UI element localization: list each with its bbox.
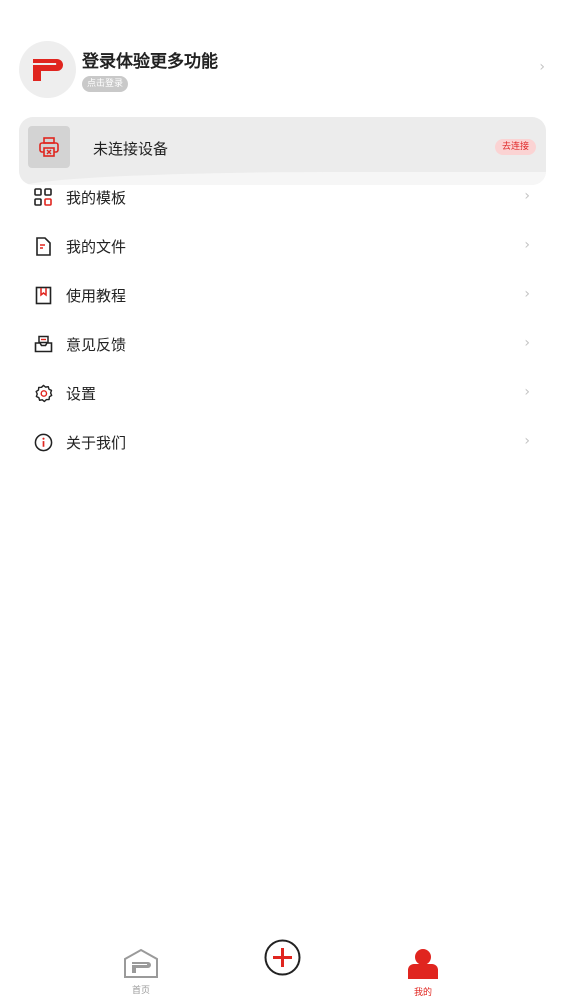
avatar[interactable] — [19, 41, 76, 98]
printer-icon-box — [28, 126, 70, 168]
gear-icon — [33, 383, 53, 403]
bottom-nav: 首页 我的 — [0, 930, 565, 1004]
grid-icon — [33, 187, 53, 207]
chevron-right-icon: › — [524, 188, 530, 204]
chevron-right-icon: › — [524, 286, 530, 302]
menu-item-label: 使用教程 — [66, 287, 127, 305]
connect-button[interactable]: 去连接 — [494, 139, 536, 155]
nav-tab-mine[interactable]: 我的 — [400, 948, 446, 998]
nav-home-label: 首页 — [131, 986, 150, 996]
brand-logo-icon — [32, 58, 63, 81]
add-button[interactable] — [264, 939, 301, 976]
menu-item-label: 我的模板 — [66, 189, 127, 207]
chevron-right-icon: › — [539, 59, 545, 75]
menu-item-files[interactable]: 我的文件 › — [0, 221, 565, 270]
chevron-right-icon: › — [524, 335, 530, 351]
menu-item-about[interactable]: 关于我们 › — [0, 417, 565, 466]
login-title[interactable]: 登录体验更多功能 — [82, 47, 218, 72]
feedback-inbox-icon — [33, 334, 53, 354]
printer-disconnected-icon — [39, 137, 59, 157]
menu-item-label: 我的文件 — [66, 238, 127, 256]
home-icon — [124, 948, 158, 978]
login-badge[interactable]: 点击登录 — [82, 76, 129, 92]
menu-item-label: 意见反馈 — [66, 336, 127, 354]
chevron-right-icon: › — [524, 433, 530, 449]
nav-tab-home[interactable]: 首页 — [118, 948, 164, 996]
plus-circle-icon — [264, 939, 301, 976]
menu-item-tutorial[interactable]: 使用教程 › — [0, 270, 565, 319]
menu-item-settings[interactable]: 设置 › — [0, 368, 565, 417]
nav-mine-label: 我的 — [413, 988, 432, 998]
menu-item-templates[interactable]: 我的模板 › — [0, 172, 565, 221]
device-status-label: 未连接设备 — [93, 140, 169, 158]
login-header[interactable]: 登录体验更多功能 点击登录 › — [19, 41, 549, 99]
menu-list: 我的模板 › 我的文件 › 使用教程 › 意见反馈 › 设置 › 关于我们 › — [0, 172, 565, 466]
menu-item-label: 设置 — [66, 385, 97, 403]
menu-item-feedback[interactable]: 意见反馈 › — [0, 319, 565, 368]
file-icon — [33, 236, 53, 256]
bookmark-book-icon — [33, 285, 53, 305]
user-icon — [408, 949, 438, 979]
menu-item-label: 关于我们 — [66, 434, 127, 452]
chevron-right-icon: › — [524, 384, 530, 400]
chevron-right-icon: › — [524, 237, 530, 253]
info-icon — [33, 432, 53, 452]
